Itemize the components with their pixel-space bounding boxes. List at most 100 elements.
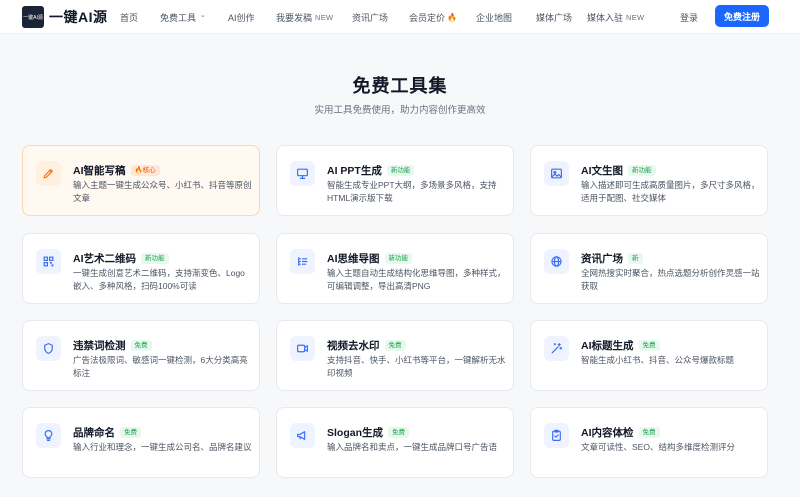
tool-card-description: 输入描述即可生成高质量图片，多尺寸多风格，适用于配图、社交媒体 [581,180,760,203]
tool-card-tag: 免费 [120,427,141,438]
magic-wand-icon [544,336,569,361]
globe-icon [544,249,569,274]
pen-icon [36,161,61,186]
nav-item-label: 资讯广场 [352,12,389,23]
tool-card-tag: 新功能 [141,253,169,264]
tool-card-title-text: 视频去水印 [327,340,380,352]
top-navbar: 一键AI源 一键AI源 首页 免费工具 ⌄ AI创作 我要发稿 NEW 资讯广场 会员定价 🔥 企… [0,0,800,34]
megaphone-icon [290,423,315,448]
tool-card-description: 全网热搜实时聚合，热点选题分析创作灵感一站获取 [581,268,760,291]
nav-item-label: 我要发稿 [276,12,313,23]
tool-card-tag: 新功能 [628,165,656,176]
tool-card[interactable]: AI文生图 新功能输入描述即可生成高质量图片，多尺寸多风格，适用于配图、社交媒体 [530,145,768,216]
tool-card-title-text: AI智能写稿 [73,165,126,177]
tool-card-title-text: AI标题生成 [581,340,634,352]
nav-item-label: 免费工具 [160,12,197,23]
register-button[interactable]: 免费注册 [715,5,769,27]
tool-card[interactable]: AI智能写稿 🔥核心输入主题一键生成公众号、小红书、抖音等原创文章 [22,145,260,216]
tool-card-title: AI文生图 新功能 [581,163,656,178]
nav-item-5[interactable]: 会员定价 🔥 [409,0,457,34]
brand-logo[interactable]: 一键AI源 一键AI源 [22,6,108,28]
tool-card-description: 支持抖音、快手、小红书等平台，一键解析无水印视频 [327,355,506,378]
nav-item-label: 首页 [120,12,139,23]
tool-card[interactable]: 违禁词检测 免费广告法极限词、敏感词一键检测，6大分类高亮标注 [22,320,260,391]
tool-card-title-text: Slogan生成 [327,427,384,439]
tool-card[interactable]: AI PPT生成 新功能智能生成专业PPT大纲，多场景多风格，支持HTML演示版下… [276,145,514,216]
tool-card-title: 违禁词检测 免费 [73,338,152,353]
tool-card-title: AI标题生成 免费 [581,338,660,353]
tool-card[interactable]: 资讯广场新全网热搜实时聚合，热点选题分析创作灵感一站获取 [530,233,768,304]
tool-card-title: AI艺术二维码 新功能 [73,251,169,266]
clipboard-check-icon [544,423,569,448]
tool-card-description: 输入主题自动生成结构化思维导图，多种样式，可编辑调整，导出高清PNG [327,268,506,291]
login-link[interactable]: 登录 [680,11,698,24]
tool-card[interactable]: Slogan生成 免费输入品牌名和卖点，一键生成品牌口号广告语 [276,407,514,478]
shield-icon [36,336,61,361]
nav-item-6[interactable]: 企业地图 [476,0,512,34]
nav-item-label: AI创作 [228,12,255,23]
tool-card-title-text: AI艺术二维码 [73,253,136,265]
tool-card[interactable]: AI标题生成 免费智能生成小红书、抖音、公众号爆款标题 [530,320,768,391]
video-icon [290,336,315,361]
brand-name: 一键AI源 [49,9,108,25]
tool-card-description: 一键生成创意艺术二维码，支持渐变色、Logo嵌入、多种风格，扫码100%可读 [73,268,245,291]
tool-card-tag: 免费 [388,427,410,438]
nav-item-3[interactable]: 我要发稿 NEW [276,0,333,34]
tool-card[interactable]: AI内容体检 免费文章可读性、SEO、结构多维度检测评分 [530,407,768,478]
tool-card-title-text: AI文生图 [581,165,623,177]
tool-card-tag: 免费 [638,427,660,438]
tool-card-title-text: AI PPT生成 [327,165,382,177]
tool-card-description: 智能生成专业PPT大纲，多场景多风格，支持HTML演示版下载 [327,180,497,203]
nav-item-label: 媒体入驻 [587,12,624,23]
tool-card-tag: 免费 [638,340,660,351]
image-icon [544,161,569,186]
lightbulb-icon [36,423,61,448]
tool-card-title: AI内容体检 免费 [581,425,660,440]
chevron-down-icon: ⌄ [200,12,206,19]
tool-card-title-text: 资讯广场 [581,253,623,265]
tool-card-title-text: AI内容体检 [581,427,634,439]
nav-item-8[interactable]: 媒体入驻 NEW [587,0,644,34]
fire-icon: 🔥 [447,12,457,22]
tool-card[interactable]: 品牌命名 免费输入行业和理念，一键生成公司名、品牌名建议 [22,407,260,478]
nav-item-0[interactable]: 首页 [120,0,138,34]
tool-card-title: 资讯广场新 [581,251,643,266]
tool-card-description: 智能生成小红书、抖音、公众号爆款标题 [581,355,735,365]
presentation-icon [290,161,315,186]
tool-card[interactable]: AI艺术二维码 新功能一键生成创意艺术二维码，支持渐变色、Logo嵌入、多种风格，… [22,233,260,304]
tool-card-description: 输入行业和理念，一键生成公司名、品牌名建议 [73,442,252,452]
tool-card-description: 文章可读性、SEO、结构多维度检测评分 [581,442,735,452]
tool-card-tag: 新 [628,253,643,264]
tool-card-title: Slogan生成 免费 [327,425,410,440]
tool-card-description: 广告法极限词、敏感词一键检测，6大分类高亮标注 [73,355,248,378]
tool-card-description: 输入品牌名和卖点，一键生成品牌口号广告语 [327,442,498,452]
qrcode-icon [36,249,61,274]
tool-card-title: 视频去水印 免费 [327,338,406,353]
new-badge: NEW [626,12,645,22]
tool-card-tag: 新功能 [384,253,412,264]
nav-item-7[interactable]: 媒体广场 [536,0,572,34]
nav-item-2[interactable]: AI创作 [228,0,255,34]
tool-card-title-text: 品牌命名 [73,427,115,439]
logo-mark: 一键AI源 [22,6,44,28]
tool-card-title: AI智能写稿 🔥核心 [73,163,160,178]
page-subtitle: 实用工具免费使用，助力内容创作更高效 [314,105,486,116]
tool-card[interactable]: AI思维导图 新功能输入主题自动生成结构化思维导图，多种样式，可编辑调整，导出高清… [276,233,514,304]
mindmap-icon [290,249,315,274]
tool-card-title-text: AI思维导图 [327,253,380,265]
tool-card-tag: 🔥核心 [130,165,160,176]
page-title: 免费工具集 [352,76,448,96]
tool-card-tag: 新功能 [386,165,415,176]
tool-card-tag: 免费 [130,340,152,351]
nav-item-4[interactable]: 资讯广场 [352,0,388,34]
nav-item-label: 企业地图 [476,12,513,23]
tool-card-description: 输入主题一键生成公众号、小红书、抖音等原创文章 [73,180,252,203]
nav-item-label: 媒体广场 [536,12,573,23]
new-badge: NEW [315,12,334,22]
tool-card[interactable]: 视频去水印 免费支持抖音、快手、小红书等平台，一键解析无水印视频 [276,320,514,391]
nav-item-1[interactable]: 免费工具 ⌄ [160,0,206,34]
nav-item-label: 会员定价 [409,12,446,23]
tool-card-title: AI思维导图 新功能 [327,251,412,266]
tool-card-title-text: 违禁词检测 [73,340,126,352]
tool-card-title: 品牌命名 免费 [73,425,141,440]
